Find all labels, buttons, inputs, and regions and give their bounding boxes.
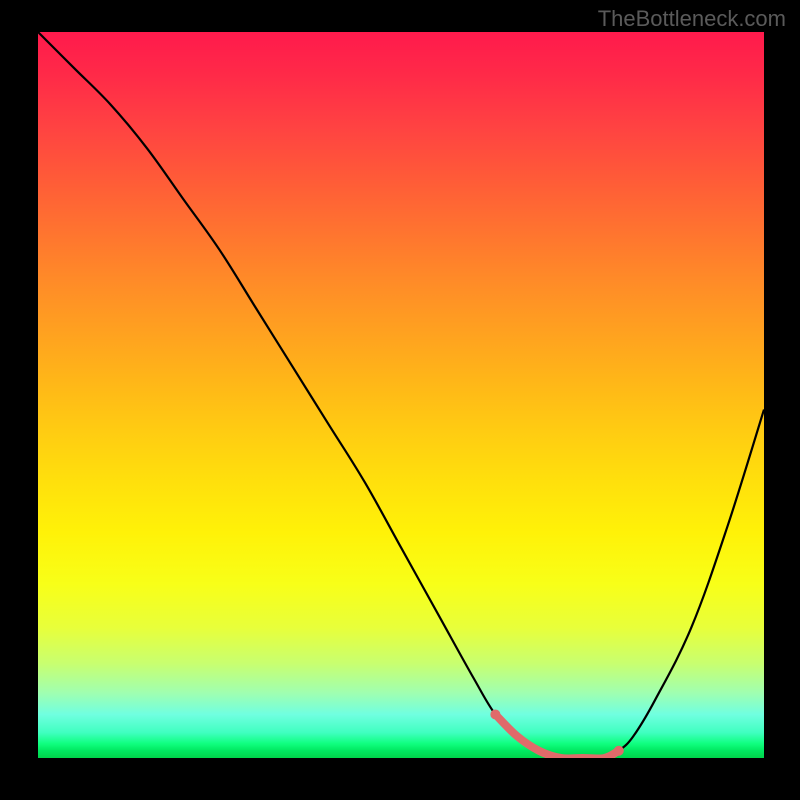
highlight-start-dot: [490, 709, 500, 719]
optimal-zone-highlight: [495, 714, 618, 758]
bottleneck-curve: [38, 32, 764, 758]
highlight-end-dot: [614, 746, 624, 756]
curve-svg: [38, 32, 764, 758]
watermark-text: TheBottleneck.com: [598, 6, 786, 32]
plot-area: [38, 32, 764, 758]
